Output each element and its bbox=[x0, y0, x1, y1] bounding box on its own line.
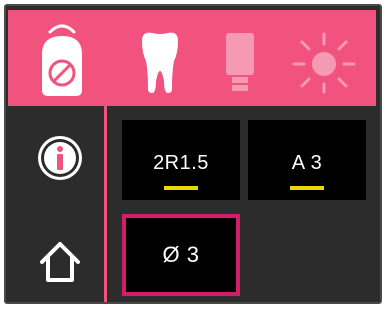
tip-icon bbox=[226, 33, 254, 91]
shade-tile[interactable]: 2R1.5 bbox=[122, 120, 240, 200]
shade-indicator bbox=[164, 186, 198, 190]
shade-group-indicator bbox=[290, 186, 324, 190]
tab-tip[interactable] bbox=[210, 28, 270, 100]
tab-tooth[interactable] bbox=[130, 28, 190, 98]
shade-value: 2R1.5 bbox=[153, 151, 209, 174]
diameter-value: Ø 3 bbox=[162, 242, 200, 267]
home-icon bbox=[40, 242, 80, 282]
info-button[interactable] bbox=[30, 128, 90, 188]
shade-group-value: A 3 bbox=[291, 151, 323, 174]
light-icon bbox=[292, 32, 356, 94]
shade-group-tile[interactable]: A 3 bbox=[248, 120, 366, 200]
info-icon bbox=[38, 136, 82, 180]
tip-sleeve-button[interactable] bbox=[30, 18, 94, 102]
diameter-tile[interactable]: Ø 3 bbox=[122, 214, 240, 296]
tooth-icon bbox=[142, 32, 178, 93]
tip-sleeve-icon bbox=[42, 24, 82, 96]
sidebar-divider bbox=[104, 10, 107, 302]
home-button[interactable] bbox=[30, 234, 90, 290]
tab-light[interactable] bbox=[290, 28, 358, 96]
